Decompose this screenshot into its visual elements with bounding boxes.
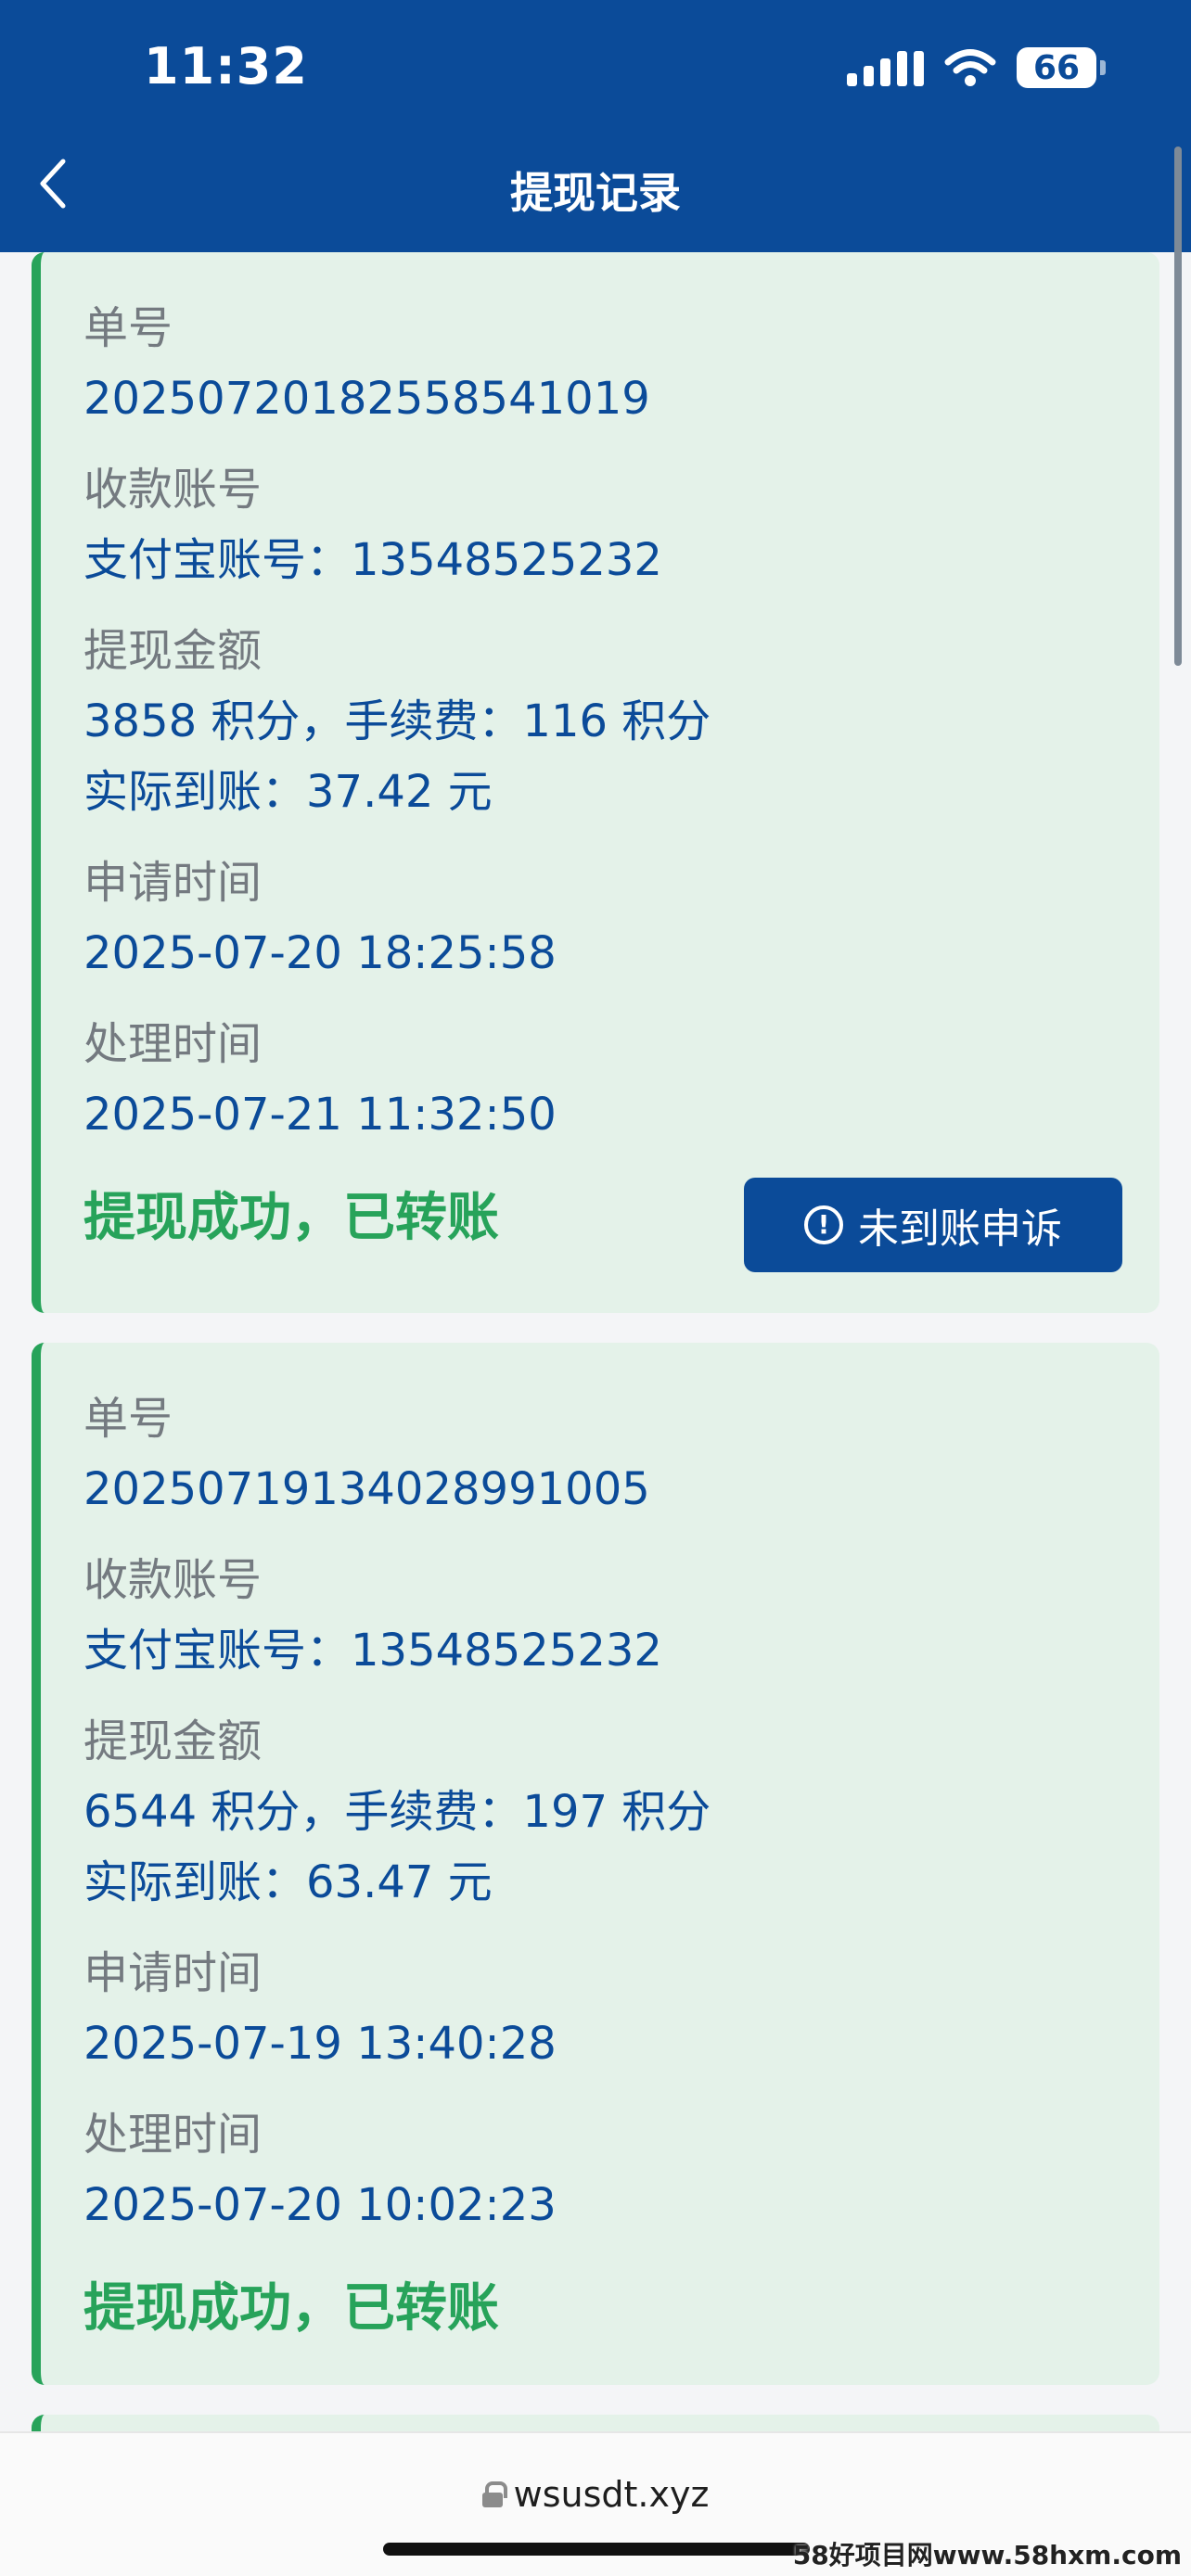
status-time: 11:32 bbox=[144, 37, 308, 96]
alert-circle-icon: ! bbox=[804, 1205, 843, 1244]
amount-value: 3858 积分，手续费：116 积分 bbox=[83, 695, 711, 747]
apply-time-value: 2025-07-20 18:25:58 bbox=[83, 927, 557, 979]
appeal-button-label: 未到账申诉 bbox=[858, 1205, 1062, 1253]
order-no-label: 单号 bbox=[83, 1393, 173, 1445]
amount-label: 提现金额 bbox=[83, 1715, 263, 1767]
status-icons: 66 bbox=[847, 45, 1106, 91]
process-time-value: 2025-07-21 11:32:50 bbox=[83, 1089, 557, 1141]
record-card: 单号 2025072018255854101​9 收款账号 支付宝账号：1354… bbox=[32, 252, 1159, 1313]
battery-icon: 66 bbox=[1017, 47, 1096, 88]
watermark: 58好项目网www.58hxm.com bbox=[792, 2540, 1182, 2570]
home-indicator[interactable] bbox=[383, 2543, 810, 2556]
order-no-value: 20250719134028991005 bbox=[83, 1463, 650, 1515]
account-value: 支付宝账号：13548525232 bbox=[83, 534, 662, 586]
status-text: 提现成功，已转账 bbox=[83, 2278, 499, 2339]
app-header: 11:32 66 提现记录 bbox=[0, 0, 1191, 252]
received-value: 实际到账：63.47 元 bbox=[83, 1856, 493, 1908]
order-no-value: 2025072018255854101​9 bbox=[83, 373, 650, 425]
page-title: 提现记录 bbox=[510, 168, 681, 218]
apply-time-value: 2025-07-19 13:40:28 bbox=[83, 2018, 557, 2070]
account-value: 支付宝账号：13548525232 bbox=[83, 1625, 662, 1677]
process-time-label: 处理时间 bbox=[83, 1018, 263, 1070]
browser-bar: wsusdt.xyz 58好项目网www.58hxm.com bbox=[0, 2431, 1191, 2576]
appeal-button[interactable]: ! 未到账申诉 bbox=[744, 1178, 1122, 1272]
record-card: 单号 20250719134028991005 收款账号 支付宝账号：13548… bbox=[32, 1343, 1159, 2385]
url-bar[interactable]: wsusdt.xyz bbox=[0, 2474, 1191, 2515]
signal-icon bbox=[847, 49, 924, 86]
battery-level: 66 bbox=[1032, 48, 1081, 87]
order-no-label: 单号 bbox=[83, 302, 173, 354]
lock-icon bbox=[481, 2481, 507, 2507]
battery-cap bbox=[1100, 60, 1106, 75]
wifi-icon bbox=[944, 49, 996, 86]
apply-time-label: 申请时间 bbox=[83, 1947, 263, 1999]
process-time-value: 2025-07-20 10:02:23 bbox=[83, 2179, 557, 2231]
account-label: 收款账号 bbox=[83, 464, 263, 516]
amount-label: 提现金额 bbox=[83, 625, 263, 677]
received-value: 实际到账：37.42 元 bbox=[83, 766, 493, 818]
amount-value: 6544 积分，手续费：197 积分 bbox=[83, 1786, 711, 1838]
account-label: 收款账号 bbox=[83, 1554, 263, 1606]
process-time-label: 处理时间 bbox=[83, 2109, 263, 2161]
scrollbar[interactable] bbox=[1174, 147, 1182, 666]
apply-time-label: 申请时间 bbox=[83, 857, 263, 909]
url-text: wsusdt.xyz bbox=[513, 2474, 710, 2515]
